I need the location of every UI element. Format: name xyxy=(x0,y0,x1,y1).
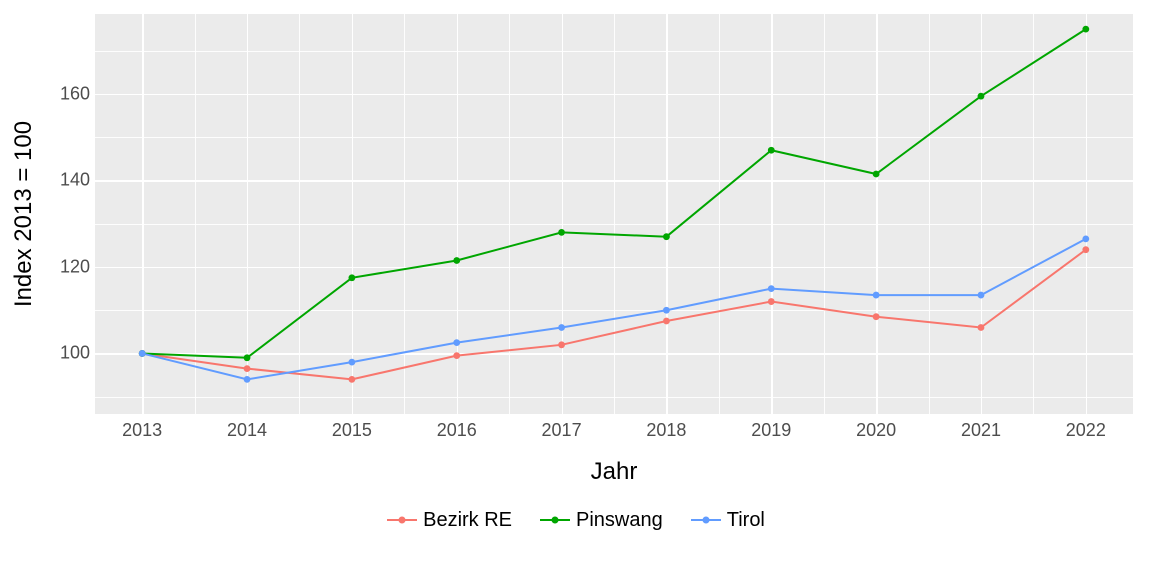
legend-label: Bezirk RE xyxy=(423,509,512,532)
plot-panel xyxy=(95,14,1133,414)
y-tick-label: 140 xyxy=(30,170,90,191)
data-point xyxy=(348,376,355,383)
x-tick-label: 2015 xyxy=(332,420,372,441)
data-point xyxy=(453,352,460,359)
x-tick-label: 2019 xyxy=(751,420,791,441)
data-point xyxy=(1082,26,1089,33)
series-line xyxy=(142,239,1086,380)
legend-item: Pinswang xyxy=(540,508,663,532)
data-point xyxy=(663,318,670,325)
data-point xyxy=(978,93,985,100)
legend-key-icon xyxy=(387,508,417,532)
x-tick-label: 2021 xyxy=(961,420,1001,441)
data-point xyxy=(244,365,251,372)
x-tick-label: 2018 xyxy=(646,420,686,441)
x-tick-label: 2016 xyxy=(437,420,477,441)
x-tick-label: 2020 xyxy=(856,420,896,441)
data-point xyxy=(453,257,460,264)
data-point xyxy=(978,324,985,331)
data-point xyxy=(873,313,880,320)
legend-label: Tirol xyxy=(727,509,765,532)
data-point xyxy=(558,324,565,331)
legend-label: Pinswang xyxy=(576,509,663,532)
y-tick-label: 160 xyxy=(30,84,90,105)
data-point xyxy=(453,339,460,346)
x-tick-label: 2022 xyxy=(1066,420,1106,441)
data-point xyxy=(348,359,355,366)
y-tick-label: 120 xyxy=(30,256,90,277)
y-axis-title: Index 2013 = 100 xyxy=(10,121,38,307)
legend-key-icon xyxy=(540,508,570,532)
line-chart: Index 2013 = 100 Jahr Bezirk RE Pinswang T… xyxy=(0,0,1152,576)
legend-item: Bezirk RE xyxy=(387,508,512,532)
data-point xyxy=(873,171,880,178)
data-point xyxy=(768,147,775,154)
series-line xyxy=(142,29,1086,358)
plot-svg xyxy=(95,14,1133,414)
data-point xyxy=(244,376,251,383)
x-tick-label: 2017 xyxy=(542,420,582,441)
legend: Bezirk RE Pinswang Tirol xyxy=(0,508,1152,532)
data-point xyxy=(978,292,985,299)
data-point xyxy=(873,292,880,299)
data-point xyxy=(663,233,670,240)
data-point xyxy=(1082,235,1089,242)
data-point xyxy=(139,350,146,357)
data-point xyxy=(768,298,775,305)
data-point xyxy=(768,285,775,292)
data-point xyxy=(1082,246,1089,253)
y-tick-label: 100 xyxy=(30,343,90,364)
x-tick-label: 2013 xyxy=(122,420,162,441)
series-line xyxy=(142,250,1086,380)
data-point xyxy=(244,354,251,361)
x-axis-title: Jahr xyxy=(591,458,638,486)
data-point xyxy=(663,307,670,314)
x-tick-label: 2014 xyxy=(227,420,267,441)
legend-item: Tirol xyxy=(691,508,765,532)
data-point xyxy=(558,229,565,236)
data-point xyxy=(348,274,355,281)
data-point xyxy=(558,341,565,348)
legend-key-icon xyxy=(691,508,721,532)
